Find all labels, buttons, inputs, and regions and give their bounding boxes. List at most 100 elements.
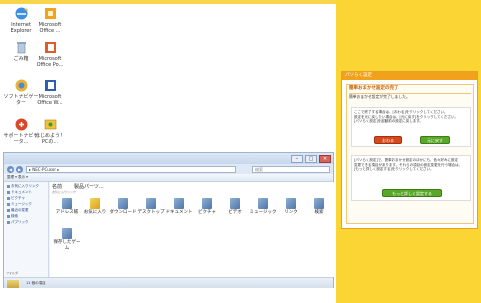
detail-info-box: [パソらく設定]で、簡単おまかせ設定のほかにも、色々好みに設定 変更できる項目が… [351,155,471,201]
desktop-icon-label: Microsoft Office ... [38,22,62,34]
end-button[interactable]: おわる [374,136,402,144]
minimize-button[interactable]: – [291,155,303,163]
star-folder-icon [90,198,100,209]
column-header-name[interactable]: 名前 [52,183,62,190]
info-line: [パソらく設定]で、簡単おまかせ設定のほかにも、色々好みに設定 [354,158,458,162]
status-folder-label: フォルダ [6,271,19,275]
folder-item[interactable]: ピクチャ [192,198,222,216]
search-folder-icon [314,198,324,209]
explorer-titlebar[interactable]: – □ ✕ [4,153,333,164]
nav-item-pictures[interactable]: ピクチャ [7,196,25,201]
music-folder-icon [258,198,268,209]
recycle-bin-icon [16,42,26,54]
dialog-content: 簡単おまかせ設定の完了 簡単おまかせ設定が完了しました。 ここで終了する場合は、… [346,84,474,224]
folder-icon [7,280,19,288]
getting-started-icon [44,119,56,130]
video-folder-icon [230,198,240,209]
internet-explorer-icon [15,7,28,20]
nav-item-documents[interactable]: ドキュメント [7,190,32,195]
detail-settings-button[interactable]: もっと詳しく設定する [382,189,442,197]
nav-item-recent[interactable]: 最近の変更 [7,208,29,213]
nav-item-label: ミュージック [11,202,32,206]
nav-item-label: 最近の変更 [11,208,29,212]
desktop-folder-icon [146,198,156,209]
office-icon [44,8,56,19]
folder-item[interactable]: 検索 [304,198,334,216]
folder-item[interactable]: お気に入り [80,198,110,216]
folder-label: ダウンロード [109,210,137,215]
desktop-icon-label: はじめよう！PCの... [34,133,65,145]
search-input[interactable]: 検索 [252,166,330,173]
nav-item-public[interactable]: パブリック [7,220,29,225]
folder-item[interactable]: ビデオ [220,198,250,216]
nav-item-label: 検索 [11,214,18,218]
file-list: 名前 製品パーツ... お気に入りリンク アドレス帳 お気に入り ダウンロード … [50,182,334,277]
folder-label: ビデオ [228,210,242,215]
folder-item[interactable]: デスクトップ [136,198,166,216]
support-navigator-icon [15,118,27,131]
toolbar-label[interactable]: 整理 ▾ 表示 ▾ [7,175,28,180]
desktop-icon-label: Microsoft Office W... [37,94,63,106]
pictures-folder-icon [202,198,212,209]
folder-label: 保存したゲーム [53,240,81,251]
explorer-toolbar: 整理 ▾ 表示 ▾ [4,174,333,182]
powerpoint-desktop-icon[interactable]: Microsoft Office Po... [32,40,68,68]
info-line: [パソらく設定]を起動前の設定に戻します。 [354,119,423,124]
folder-icon [7,196,10,200]
word-desktop-icon[interactable]: Microsoft Office W... [32,78,68,106]
folder-item[interactable]: 保存したゲーム [52,228,82,251]
revert-button[interactable]: 元に戻す [420,136,450,144]
status-bar: フォルダ 11 個の項目 [4,271,333,288]
column-header-parts[interactable]: 製品パーツ... [74,183,104,190]
folder-label: ミュージック [249,210,277,215]
explorer-window: – □ ✕ ◀ ▶ ▸ NEC-PCuser ▸ 検索 整理 ▾ 表示 ▾ お気… [3,152,334,288]
folder-label: ピクチャ [198,210,216,215]
group-label: お気に入りリンク [52,190,77,194]
finish-info-box: ここで終了する場合は、[おわる]をクリックしてください。 設定を元に戻したい場合… [351,107,471,147]
folder-item[interactable]: アドレス帳 [52,198,82,216]
folder-item[interactable]: ダウンロード [108,198,138,216]
folder-label: ドキュメント [165,210,193,215]
folder-icon [7,214,10,218]
office-desktop-icon[interactable]: Microsoft Office ... [32,6,68,34]
documents-folder-icon [174,198,184,209]
nav-item-label: パブリック [11,220,29,224]
nav-item-label: お気に入りリンク [11,184,39,188]
folder-item[interactable]: ドキュメント [164,198,194,216]
back-arrow-icon[interactable]: ◀ [7,166,14,173]
folder-item[interactable]: ミュージック [248,198,278,216]
dialog-heading: 簡単おまかせ設定の完了 [349,86,471,94]
nav-item-music[interactable]: ミュージック [7,202,32,207]
folder-label: リンク [284,210,298,215]
soft-navigator-icon [15,79,27,92]
desktop-icon-label: Microsoft Office Po... [36,56,64,68]
getting-started-desktop-icon[interactable]: はじめよう！PCの... [32,117,68,145]
item-count: 11 個の項目 [26,281,46,285]
folder-item[interactable]: リンク [276,198,306,216]
desktop-icon-label: ごみ箱 [13,56,29,62]
links-folder-icon [286,198,296,209]
folder-icon [7,208,10,212]
nav-item-search[interactable]: 検索 [7,214,18,219]
folder-label: 検索 [314,210,324,215]
nav-item-favorites[interactable]: お気に入りリンク [7,184,39,189]
download-folder-icon [118,198,128,209]
folder-icon [7,184,10,188]
desktop-icon-label: Internet Explorer [10,22,32,34]
maximize-button[interactable]: □ [305,155,317,163]
folder-label: デスクトップ [137,210,165,215]
close-button[interactable]: ✕ [319,155,331,163]
address-field[interactable]: ▸ NEC-PCuser ▸ [26,166,236,173]
folder-icon [7,220,10,224]
powerpoint-icon [44,42,56,53]
folder-icon [7,202,10,206]
forward-arrow-icon[interactable]: ▶ [16,166,23,173]
folder-icon [7,190,10,194]
nav-item-label: ドキュメント [11,190,32,194]
folder-icon [62,198,72,209]
address-bar: ◀ ▶ ▸ NEC-PCuser ▸ 検索 [4,164,333,174]
nav-item-label: ピクチャ [11,196,25,200]
info-line: [もっと詳しく設定する]をクリックしてください。 [354,167,434,172]
folder-label: お気に入り [83,210,107,215]
folder-label: アドレス帳 [55,210,79,215]
